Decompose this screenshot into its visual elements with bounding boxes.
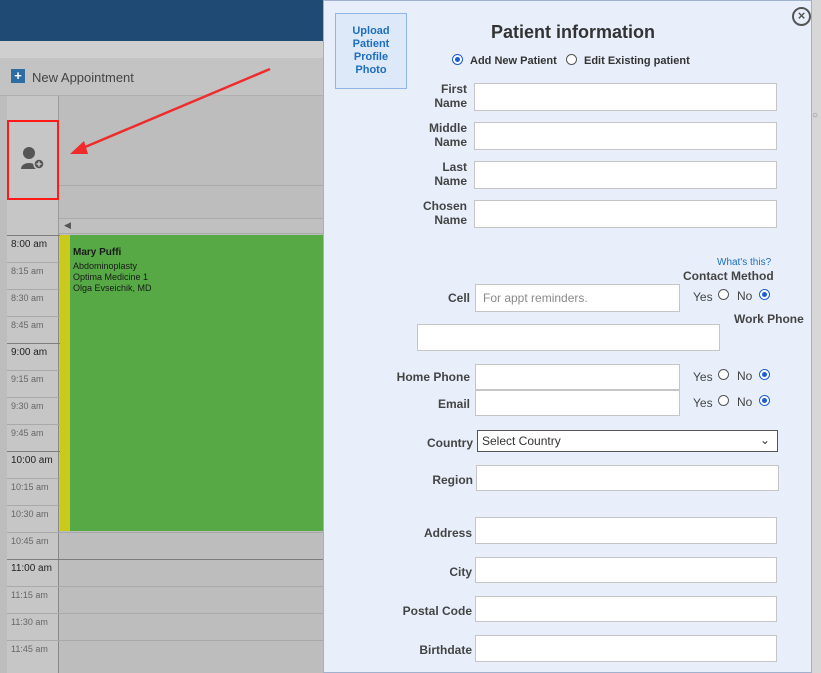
first-name-input[interactable] [474,83,777,111]
contact-method-label: Contact Method [683,269,774,283]
time-slot-label: 11:45 am [11,644,48,654]
chosen-name-label: Chosen Name [422,199,467,227]
region-input[interactable] [476,465,779,491]
edit-existing-patient-radio[interactable] [566,54,577,65]
cell-no-label: No [737,289,753,303]
postal-code-label: Postal Code [402,604,472,618]
cell-label: Cell [447,291,470,305]
home-phone-yes-radio[interactable] [718,369,729,380]
work-phone-input[interactable] [417,324,720,351]
new-appointment-plus-icon[interactable]: + [11,69,25,83]
scroll-left-arrow-icon[interactable]: ◀ [64,220,71,231]
time-slot-label: 10:15 am [11,482,49,492]
time-slot-label: 9:30 am [11,401,44,411]
home-phone-yes-label: Yes [693,370,713,384]
home-phone-input[interactable] [475,364,680,390]
birthdate-input[interactable] [475,635,777,662]
time-slot-label: 10:00 am [11,455,53,466]
time-slot-label: 10:30 am [11,509,49,519]
email-yes-label: Yes [693,396,713,410]
birthdate-label: Birthdate [419,643,472,657]
time-slot-label: 11:00 am [11,563,52,574]
calendar-scroll-row[interactable] [59,218,324,234]
postal-code-input[interactable] [475,596,777,622]
country-label: Country [427,436,473,450]
cell-yes-label: Yes [693,290,713,304]
middle-name-label: Middle Name [429,121,467,149]
time-row-line [7,640,324,641]
add-new-patient-label: Add New Patient [470,55,557,67]
calendar-header-divider [59,185,324,186]
address-label: Address [423,526,472,540]
appointment-status-marker [60,235,70,531]
chevron-down-icon[interactable]: ⌄ [760,433,770,447]
time-row-line [7,532,324,533]
add-patient-icon[interactable] [18,144,46,172]
time-slot-label: 8:00 am [11,239,48,250]
cell-yes-radio[interactable] [718,289,729,300]
background-edge-glyph: ○ [812,110,819,121]
time-slot-label: 11:15 am [11,590,48,600]
upload-photo-button[interactable]: Upload Patient Profile Photo [335,13,407,89]
add-new-patient-radio[interactable] [452,54,463,65]
cell-input[interactable]: For appt reminders. [475,284,680,312]
edit-existing-patient-label: Edit Existing patient [584,55,690,67]
city-input[interactable] [475,557,777,583]
home-phone-label: Home Phone [396,370,470,384]
middle-name-input[interactable] [474,122,777,150]
time-slot-label: 9:00 am [11,347,48,358]
chosen-name-input[interactable] [474,200,777,228]
whats-this-link[interactable]: What's this? [717,257,771,268]
modal-title: Patient information [490,22,655,42]
time-slot-label: 9:45 am [11,428,44,438]
time-slot-label: 9:15 am [11,374,44,384]
background-right-strip [812,0,821,673]
work-phone-label: Work Phone [734,312,804,326]
time-slot-label: 8:45 am [11,320,44,330]
email-label: Email [437,397,470,411]
close-icon[interactable]: × [792,7,811,26]
time-slot-label: 10:45 am [11,536,49,546]
email-input[interactable] [475,390,680,416]
time-row-line [7,559,324,560]
appointment-patient-name[interactable]: Mary Puffi [73,247,121,258]
last-name-input[interactable] [474,161,777,189]
email-no-label: No [737,395,753,409]
time-slot-label: 8:15 am [11,266,44,276]
appointment-procedure: Abdominoplasty [73,261,138,271]
home-phone-no-radio[interactable] [759,369,770,380]
appointment-provider: Olga Evseichik, MD [73,283,152,293]
time-row-line [7,586,324,587]
home-phone-no-label: No [737,369,753,383]
annotation-arrow [70,67,271,154]
email-no-radio[interactable] [759,395,770,406]
city-label: City [449,565,472,579]
time-slot-label: 11:30 am [11,617,48,627]
email-yes-radio[interactable] [718,395,729,406]
address-input[interactable] [475,517,777,544]
country-select[interactable]: Select Country [477,430,778,452]
region-label: Region [432,473,473,487]
appointment-location: Optima Medicine 1 [73,272,149,282]
time-slot-label: 8:30 am [11,293,44,303]
cell-no-radio[interactable] [759,289,770,300]
time-row-line [7,613,324,614]
last-name-label: Last Name [434,160,467,188]
first-name-label: First Name [434,82,467,110]
